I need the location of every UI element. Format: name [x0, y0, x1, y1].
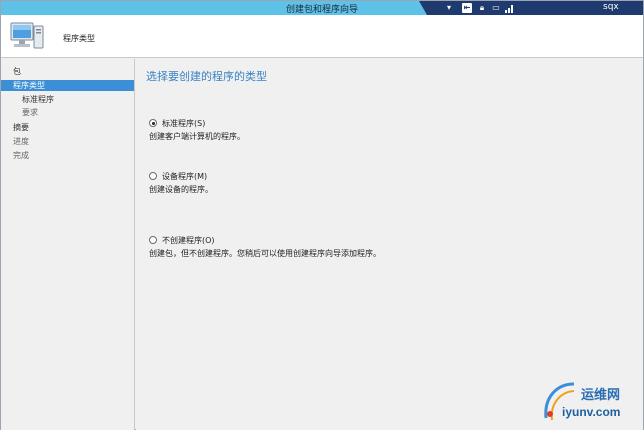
monitor-icon: ▭: [492, 3, 500, 12]
restore-icon[interactable]: ⇤: [462, 3, 472, 13]
watermark-url: iyunv.com: [562, 405, 621, 419]
radio-no-program[interactable]: [149, 236, 157, 244]
computer-monitor-icon: [10, 22, 44, 49]
remote-connection-bar: ▾ ⇤ 🔒︎ ▭ sqx: [419, 1, 643, 15]
nav-step-completion[interactable]: 完成: [1, 150, 134, 161]
option-description: 创建客户端计算机的程序。: [149, 132, 245, 141]
wizard-header-title: 程序类型: [63, 34, 95, 43]
option-description: 创建包，但不创建程序。您稍后可以使用创建程序向导添加程序。: [149, 249, 381, 258]
pin-icon[interactable]: ▾: [444, 3, 454, 13]
wizard-header: 程序类型: [1, 15, 643, 58]
lock-icon: 🔒︎: [479, 3, 485, 12]
signal-strength-icon: [505, 3, 515, 13]
page-title: 选择要创建的程序的类型: [146, 70, 267, 83]
nav-step-program-type[interactable]: 程序类型: [1, 80, 134, 91]
wizard-step-nav: 包 程序类型 标准程序 要求 摘要 进度 完成: [1, 59, 135, 430]
nav-step-summary[interactable]: 摘要: [1, 122, 134, 133]
option-label[interactable]: 不创建程序(O): [162, 235, 215, 246]
option-label[interactable]: 标准程序(S): [162, 118, 205, 129]
option-label[interactable]: 设备程序(M): [162, 171, 207, 182]
title-bar: 创建包和程序向导 ▾ ⇤ 🔒︎ ▭ sqx: [1, 1, 643, 15]
radio-standard-program[interactable]: [149, 119, 157, 127]
wizard-window: 创建包和程序向导 ▾ ⇤ 🔒︎ ▭ sqx 程序类型 包 程序类型 标准程序 要…: [0, 0, 644, 430]
remote-user-name: sqx: [603, 2, 619, 12]
wizard-content: 选择要创建的程序的类型 标准程序(S) 创建客户端计算机的程序。 设备程序(M)…: [136, 59, 643, 430]
radio-device-program[interactable]: [149, 172, 157, 180]
watermark-text: 运维网: [581, 388, 621, 403]
nav-step-progress[interactable]: 进度: [1, 136, 134, 147]
nav-step-requirements[interactable]: 要求: [1, 107, 134, 118]
nav-step-standard-program[interactable]: 标准程序: [1, 94, 134, 105]
option-description: 创建设备的程序。: [149, 185, 213, 194]
nav-step-package[interactable]: 包: [1, 66, 134, 77]
